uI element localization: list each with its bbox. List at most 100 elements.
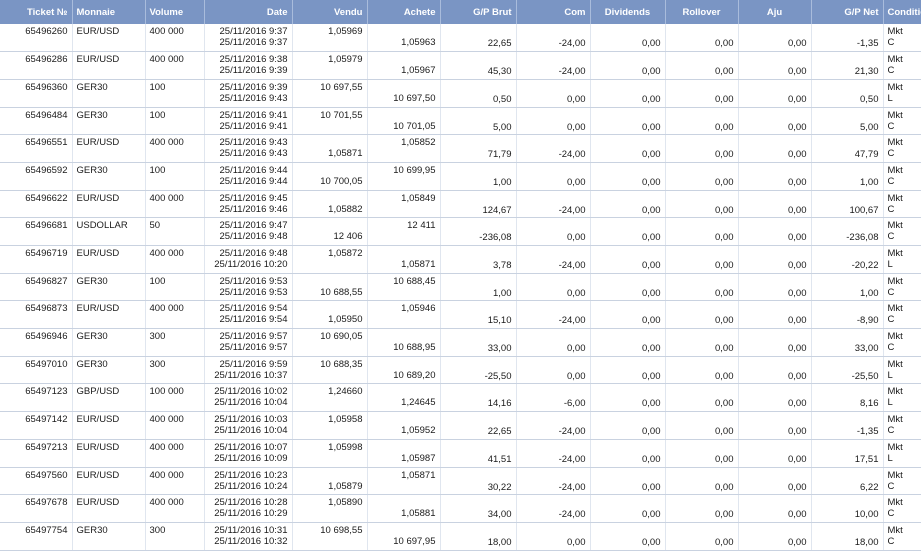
table-row[interactable]: 65496622 EUR/USD 400 000 25/11/2016 9:45 25/… bbox=[0, 190, 921, 219]
table-row[interactable]: 65496551 EUR/USD 400 000 25/11/2016 9:43 25/… bbox=[0, 134, 921, 163]
cell-condition: Mkt C bbox=[883, 300, 921, 330]
cell-rollover-value: 0,00 bbox=[715, 343, 734, 355]
cell-aju: 0,00 bbox=[738, 79, 812, 108]
cell-gp-net-value: -8,90 bbox=[856, 315, 879, 327]
cell-condition: Mkt L bbox=[883, 356, 921, 385]
table-row[interactable]: 65496873 EUR/USD 400 000 25/11/2016 9:54 25/… bbox=[0, 300, 921, 330]
cell-condition-line2: C bbox=[887, 175, 895, 187]
cell-volume: 100 bbox=[145, 79, 205, 108]
cell-achete: 1,05849 bbox=[367, 190, 441, 219]
cell-gp-brut: 1,00 bbox=[440, 273, 517, 302]
column-header-date[interactable]: Date bbox=[204, 0, 293, 24]
cell-rollover-value: 0,00 bbox=[715, 536, 734, 548]
cell-rollover: 0,00 bbox=[665, 273, 739, 302]
cell-monnaie: USDOLLAR bbox=[72, 217, 146, 246]
cell-gp-net: 1,00 bbox=[811, 162, 884, 191]
cell-condition-line1: Mkt bbox=[887, 26, 903, 37]
cell-ticket: 65497010 bbox=[0, 356, 73, 385]
cell-dividends-value: 0,00 bbox=[642, 204, 661, 216]
cell-date-line2: 25/11/2016 10:20 bbox=[214, 259, 288, 270]
column-header-dividends[interactable]: Dividends bbox=[590, 0, 666, 24]
table-row[interactable]: 65496827 GER30 100 25/11/2016 9:53 25/11/201… bbox=[0, 273, 921, 302]
cell-vendu-line1 bbox=[297, 135, 363, 148]
cell-volume: 50 bbox=[145, 217, 205, 246]
table-row[interactable]: 65496946 GER30 300 25/11/2016 9:57 25/11/201… bbox=[0, 328, 921, 357]
cell-vendu: 10 701,55 bbox=[292, 107, 368, 136]
cell-achete-line2: 1,05952 bbox=[401, 425, 436, 437]
cell-monnaie: GER30 bbox=[72, 356, 146, 385]
table-row[interactable]: 65497142 EUR/USD 400 000 25/11/2016 10:03 25… bbox=[0, 411, 921, 440]
cell-aju: 0,00 bbox=[738, 245, 812, 274]
cell-achete-line2 bbox=[372, 287, 436, 298]
column-header-volume[interactable]: Volume bbox=[145, 0, 205, 24]
cell-gp-brut-value: -25,50 bbox=[484, 370, 512, 382]
cell-monnaie: EUR/USD bbox=[72, 24, 146, 53]
cell-date-line2: 25/11/2016 9:48 bbox=[219, 231, 288, 243]
cell-ticket: 65496946 bbox=[0, 328, 73, 357]
table-row[interactable]: 65496260 EUR/USD 400 000 25/11/2016 9:37 25/… bbox=[0, 24, 921, 53]
cell-achete-line1: 10 699,95 bbox=[393, 164, 436, 176]
cell-ticket: 65496360 bbox=[0, 79, 73, 108]
cell-com-value: -24,00 bbox=[558, 315, 586, 327]
column-header-gp-net[interactable]: G/P Net bbox=[811, 0, 884, 24]
table-row[interactable]: 65496484 GER30 100 25/11/2016 9:41 25/11/201… bbox=[0, 107, 921, 136]
cell-date-line2: 25/11/2016 10:09 bbox=[214, 452, 288, 464]
cell-com: -24,00 bbox=[516, 245, 591, 274]
cell-monnaie-value: EUR/USD bbox=[76, 303, 120, 315]
table-row[interactable]: 65496286 EUR/USD 400 000 25/11/2016 9:38 25/… bbox=[0, 51, 921, 80]
cell-condition-line1: Mkt bbox=[887, 54, 903, 66]
cell-condition: Mkt C bbox=[883, 134, 921, 163]
cell-dividends: 0,00 bbox=[590, 300, 666, 330]
cell-gp-net: 0,50 bbox=[811, 79, 884, 108]
cell-condition-line2: C bbox=[887, 535, 895, 547]
cell-gp-net: 5,00 bbox=[811, 107, 884, 136]
cell-vendu: 10 697,55 bbox=[292, 79, 368, 108]
cell-volume: 400 000 bbox=[145, 51, 205, 80]
cell-aju: 0,00 bbox=[738, 190, 812, 219]
cell-condition-line1: Mkt bbox=[887, 386, 903, 398]
cell-dividends-value: 0,00 bbox=[642, 38, 661, 49]
table-row[interactable]: 65496681 USDOLLAR 50 25/11/2016 9:47 25/11/2… bbox=[0, 217, 921, 246]
column-header-achete[interactable]: Achete bbox=[367, 0, 441, 24]
cell-rollover: 0,00 bbox=[665, 217, 739, 246]
cell-com: 0,00 bbox=[516, 217, 591, 246]
cell-date: 25/11/2016 9:48 25/11/2016 10:20 bbox=[204, 245, 293, 274]
cell-dividends-value: 0,00 bbox=[642, 509, 661, 521]
table-row[interactable]: 65497123 GBP/USD 100 000 25/11/2016 10:02 25… bbox=[0, 383, 921, 413]
cell-achete-line1 bbox=[372, 440, 436, 453]
cell-achete: 10 699,95 bbox=[367, 162, 441, 191]
cell-date-line1: 25/11/2016 9:53 bbox=[219, 275, 288, 287]
column-header-condition[interactable]: Condition bbox=[883, 0, 921, 24]
cell-gp-brut-value: 18,00 bbox=[487, 536, 512, 548]
cell-date-line2: 25/11/2016 9:57 bbox=[219, 342, 288, 354]
header-row: Ticket № Monnaie Volume Date Vendu Achete G/P … bbox=[0, 0, 921, 24]
cell-condition: Mkt C bbox=[883, 217, 921, 246]
table-row[interactable]: 65497010 GER30 300 25/11/2016 9:59 25/11/201… bbox=[0, 356, 921, 385]
table-row[interactable]: 65497754 GER30 300 25/11/2016 10:31 25/11/20… bbox=[0, 522, 921, 551]
table-row[interactable]: 65496592 GER30 100 25/11/2016 9:44 25/11/201… bbox=[0, 162, 921, 191]
cell-volume: 400 000 bbox=[145, 300, 205, 330]
cell-gp-brut: 22,65 bbox=[440, 24, 517, 53]
table-row[interactable]: 65497213 EUR/USD 400 000 25/11/2016 10:07 25… bbox=[0, 439, 921, 468]
column-header-ticket[interactable]: Ticket № bbox=[0, 0, 73, 24]
table-row[interactable]: 65497678 EUR/USD 400 000 25/11/2016 10:28 25… bbox=[0, 494, 921, 523]
cell-condition: Mkt C bbox=[883, 162, 921, 191]
cell-gp-brut: 45,30 bbox=[440, 51, 517, 80]
cell-dividends: 0,00 bbox=[590, 190, 666, 219]
column-header-com[interactable]: Com bbox=[516, 0, 591, 24]
cell-gp-brut: 5,00 bbox=[440, 107, 517, 136]
table-row[interactable]: 65496719 EUR/USD 400 000 25/11/2016 9:48 25/… bbox=[0, 245, 921, 274]
table-row[interactable]: 65496360 GER30 100 25/11/2016 9:39 25/11/201… bbox=[0, 79, 921, 108]
cell-achete-line2: 10 697,95 bbox=[393, 535, 436, 547]
cell-aju-value: 0,00 bbox=[788, 426, 807, 438]
table-row[interactable]: 65497560 EUR/USD 400 000 25/11/2016 10:23 25… bbox=[0, 467, 921, 496]
cell-vendu-line2 bbox=[297, 453, 363, 464]
column-header-aju[interactable]: Aju bbox=[738, 0, 812, 24]
cell-com-value: -24,00 bbox=[558, 149, 586, 161]
column-header-vendu[interactable]: Vendu bbox=[292, 0, 368, 24]
column-header-rollover[interactable]: Rollover bbox=[665, 0, 739, 24]
cell-ticket: 65496551 bbox=[0, 134, 73, 163]
cell-condition: Mkt C bbox=[883, 467, 921, 496]
column-header-monnaie[interactable]: Monnaie bbox=[72, 0, 146, 24]
column-header-gp-brut[interactable]: G/P Brut bbox=[440, 0, 517, 24]
